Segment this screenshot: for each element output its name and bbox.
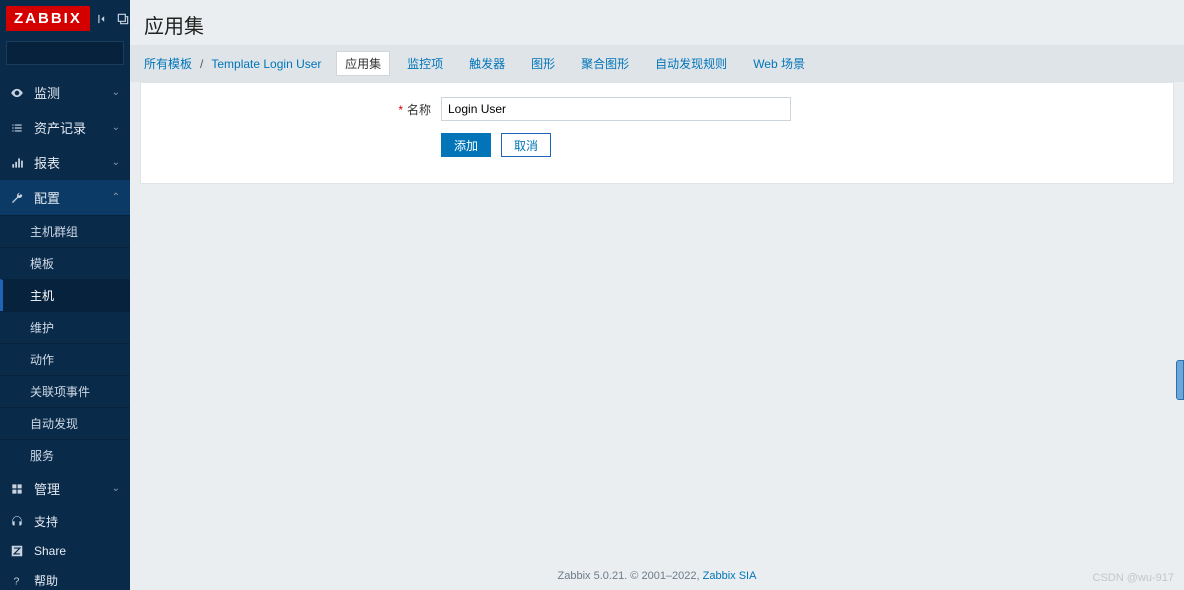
nav-item-monitoring[interactable]: 监测 ⌄ <box>0 75 130 110</box>
nav-item-administration[interactable]: 管理 ⌄ <box>0 471 130 506</box>
tab-applications[interactable]: 应用集 <box>336 51 390 76</box>
form-card: * 名称 添加 取消 <box>140 82 1174 184</box>
eye-icon <box>10 86 24 100</box>
chevron-down-icon: ⌄ <box>112 157 120 168</box>
tabs-row: 所有模板 / Template Login User 应用集 监控项 触发器 图… <box>130 45 1184 82</box>
wrench-icon <box>10 191 24 205</box>
bar-chart-icon <box>10 156 24 170</box>
chevron-down-icon: ⌄ <box>112 483 120 494</box>
expand-icon[interactable] <box>116 12 130 26</box>
question-icon: ? <box>10 574 24 588</box>
search-wrap <box>0 37 130 75</box>
sidebar: ZABBIX <box>0 0 130 590</box>
breadcrumb-separator: / <box>200 57 203 71</box>
collapse-icon[interactable] <box>96 12 110 26</box>
tab-screens[interactable]: 聚合图形 <box>572 51 638 76</box>
tab-graphs[interactable]: 图形 <box>522 51 564 76</box>
nav-bottom: 支持 Share ? 帮助 User settings <box>0 506 130 590</box>
nav-item-inventory[interactable]: 资产记录 ⌄ <box>0 110 130 145</box>
nav-label: Share <box>34 544 66 558</box>
nav-item-help[interactable]: ? 帮助 <box>0 565 130 590</box>
nav-label: 帮助 <box>34 572 58 589</box>
search-box <box>6 41 124 65</box>
tab-triggers[interactable]: 触发器 <box>460 51 514 76</box>
sub-item-discovery[interactable]: 自动发现 <box>0 407 130 439</box>
required-asterisk: * <box>398 103 403 117</box>
breadcrumb-all-templates[interactable]: 所有模板 <box>144 55 192 72</box>
nav-label: 管理 <box>34 479 60 498</box>
chevron-down-icon: ⌄ <box>112 122 120 133</box>
nav-label: 配置 <box>34 188 60 207</box>
nav-label: 监测 <box>34 83 60 102</box>
sub-item-maintenance[interactable]: 维护 <box>0 311 130 343</box>
form-row-name: * 名称 <box>141 97 1173 121</box>
tab-items[interactable]: 监控项 <box>398 51 452 76</box>
nav-label: 报表 <box>34 153 60 172</box>
footer-text: Zabbix 5.0.21. © 2001–2022, <box>558 570 703 582</box>
sub-item-correlation[interactable]: 关联项事件 <box>0 375 130 407</box>
watermark: CSDN @wu-917 <box>1093 572 1174 584</box>
chevron-up-icon: ⌃ <box>112 192 120 203</box>
title-bar: 应用集 <box>130 0 1184 45</box>
name-label: * 名称 <box>141 101 441 118</box>
side-handle[interactable] <box>1176 360 1184 400</box>
tab-discovery-rules[interactable]: 自动发现规则 <box>646 51 736 76</box>
form-row-buttons: 添加 取消 <box>141 133 1173 157</box>
add-button[interactable]: 添加 <box>441 133 491 157</box>
footer-link[interactable]: Zabbix SIA <box>703 570 757 582</box>
breadcrumb-template[interactable]: Template Login User <box>211 57 321 71</box>
sub-item-actions[interactable]: 动作 <box>0 343 130 375</box>
name-input[interactable] <box>441 97 791 121</box>
cancel-button[interactable]: 取消 <box>501 133 551 157</box>
page-title: 应用集 <box>144 10 1170 39</box>
main: 应用集 所有模板 / Template Login User 应用集 监控项 触… <box>130 0 1184 590</box>
svg-text:?: ? <box>14 575 20 587</box>
nav-item-reports[interactable]: 报表 ⌄ <box>0 145 130 180</box>
z-icon <box>10 544 24 558</box>
nav-item-share[interactable]: Share <box>0 537 130 565</box>
grid-icon <box>10 482 24 496</box>
nav-item-support[interactable]: 支持 <box>0 506 130 537</box>
tab-web-scenarios[interactable]: Web 场景 <box>744 51 814 76</box>
chevron-down-icon: ⌄ <box>112 87 120 98</box>
nav-main: 监测 ⌄ 资产记录 ⌄ 报表 ⌄ <box>0 75 130 506</box>
nav-label: 支持 <box>34 513 58 530</box>
sub-item-templates[interactable]: 模板 <box>0 247 130 279</box>
nav-item-configuration[interactable]: 配置 ⌃ <box>0 180 130 215</box>
nav-label: 资产记录 <box>34 118 86 137</box>
headset-icon <box>10 515 24 529</box>
sub-item-hosts[interactable]: 主机 <box>0 279 130 311</box>
form-buttons: 添加 取消 <box>441 133 551 157</box>
nav-sub-configuration: 主机群组 模板 主机 维护 动作 关联项事件 自动发现 服务 <box>0 215 130 471</box>
logo[interactable]: ZABBIX <box>6 6 90 31</box>
list-icon <box>10 121 24 135</box>
sub-item-services[interactable]: 服务 <box>0 439 130 471</box>
footer: Zabbix 5.0.21. © 2001–2022, Zabbix SIA <box>130 562 1184 590</box>
sub-item-hostgroups[interactable]: 主机群组 <box>0 215 130 247</box>
name-label-text: 名称 <box>407 103 431 117</box>
sidebar-header: ZABBIX <box>0 0 130 37</box>
